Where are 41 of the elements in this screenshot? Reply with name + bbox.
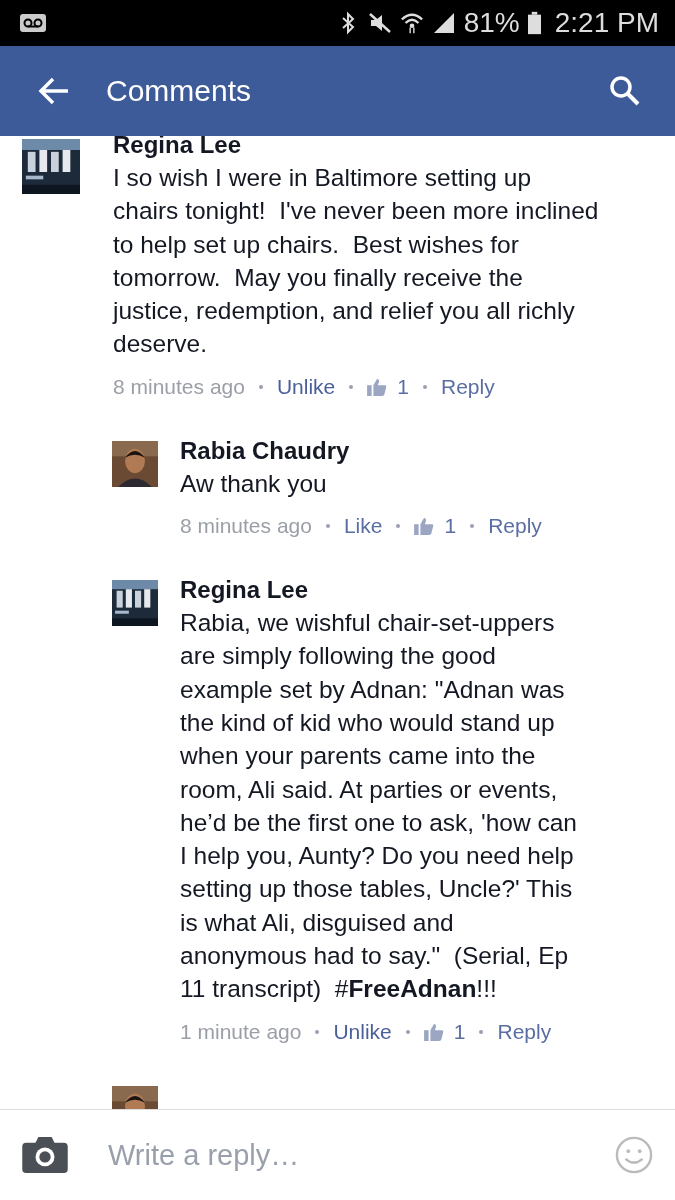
reply-link[interactable]: Reply (440, 372, 495, 401)
comment-text: I so wish I were in Baltimore setting up chairs tonight! I've never been more inclined to help set up chairs. Best wishes for tomorrow. May you finally receive the justice, redemption, and relief you all richly deserve. (113, 163, 600, 360)
voicemail-icon (20, 14, 46, 32)
comment-text: Aw thank you (180, 468, 328, 499)
separator-dot (315, 1029, 320, 1034)
comment-text: Rabia, we wishful chair-set-uppers are simply following the good example set by Adnan: "Adnan was the kind of kid who would stand up when your parents came into the room, Ali said. At parties or events, he’d be the first one to ask, 'how can I help you, Aunty? Do you need help setting up those tables, Uncle?' This is what Ali, disguised and anonymous had to say." (Serial, Ep 11 transcript) #FreeAdnan!!! (180, 608, 578, 1005)
separator-dot (349, 384, 354, 389)
author-name[interactable]: Regina Lee (113, 136, 675, 161)
reply-link[interactable]: Reply (488, 512, 542, 541)
author-name[interactable]: Regina Lee (180, 574, 675, 607)
like-count: 1 (397, 373, 409, 400)
timestamp: 8 minutes ago (113, 373, 245, 400)
thumbs-up-icon (414, 517, 435, 536)
separator-dot (396, 524, 401, 529)
reply-link[interactable]: Reply (497, 1017, 552, 1046)
timestamp: 1 minute ago (180, 1018, 302, 1045)
like-link[interactable]: Like (343, 512, 383, 541)
separator-dot (258, 384, 263, 389)
battery-percent: 81% (463, 7, 520, 39)
screen-title: Comments (106, 74, 253, 108)
separator-dot (479, 1029, 484, 1034)
battery-icon (527, 11, 541, 35)
author-name[interactable]: Rabia Chaudry (180, 434, 675, 467)
separator-dot (405, 1029, 410, 1034)
wifi-icon (399, 11, 424, 35)
separator-dot (422, 384, 427, 389)
like-count: 1 (453, 1018, 466, 1045)
back-icon[interactable] (38, 77, 70, 105)
separator-dot (470, 524, 475, 529)
thumbs-up-icon (423, 1022, 444, 1041)
camera-icon[interactable] (22, 1137, 68, 1173)
thumbs-up-icon (367, 377, 388, 396)
like-link[interactable]: Unlike (276, 372, 336, 401)
like-link[interactable]: Unlike (333, 1017, 392, 1046)
separator-dot (325, 524, 330, 529)
search-icon[interactable] (609, 75, 641, 107)
like-count: 1 (444, 513, 457, 540)
reply-input[interactable]: Write a reply… (106, 1137, 615, 1173)
mute-icon (367, 11, 392, 35)
timestamp: 8 minutes ago (180, 513, 312, 540)
clock: 2:21 PM (554, 7, 659, 39)
